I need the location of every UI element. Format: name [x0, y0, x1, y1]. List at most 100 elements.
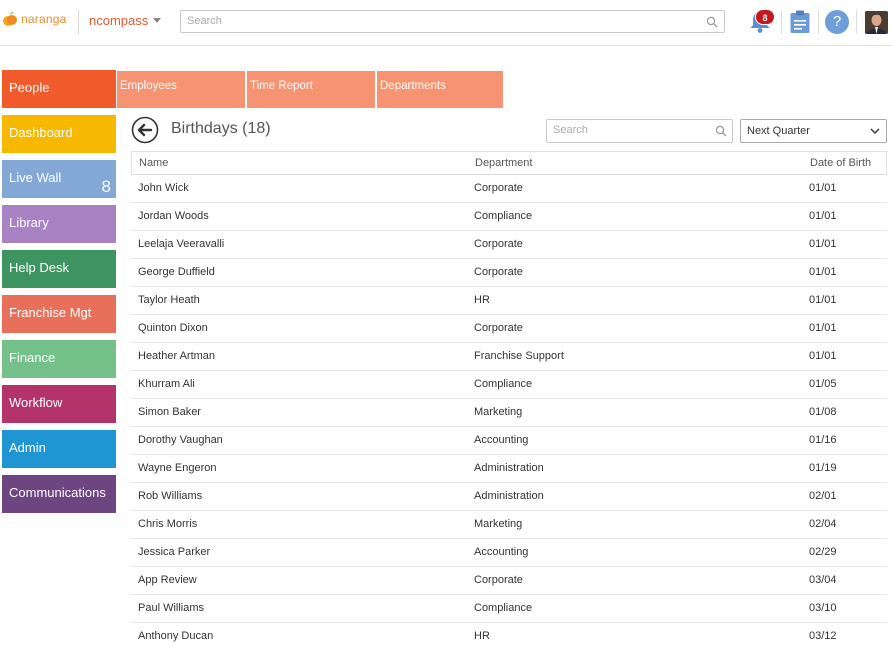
- sidebar-item-label: Franchise Mgt: [9, 305, 92, 320]
- sidebar-item-franchise-mgt[interactable]: Franchise Mgt: [2, 295, 116, 333]
- global-search[interactable]: [180, 10, 725, 33]
- cell-name[interactable]: Quinton Dixon: [138, 322, 208, 334]
- cell-date-of-birth: 01/01: [809, 294, 837, 306]
- table-row[interactable]: Rob Williams Administration 02/01: [131, 483, 887, 511]
- table-row[interactable]: Jessica Parker Accounting 02/29: [131, 539, 887, 567]
- column-header-date-of-birth[interactable]: Date of Birth: [810, 157, 871, 169]
- sidebar-item-workflow[interactable]: Workflow: [2, 385, 116, 423]
- table-row[interactable]: Khurram Ali Compliance 01/05: [131, 371, 887, 399]
- sidebar-item-label: Live Wall: [9, 170, 62, 185]
- sidebar-item-help-desk[interactable]: Help Desk: [2, 250, 116, 288]
- table-row[interactable]: Jordan Woods Compliance 01/01: [131, 203, 887, 231]
- divider: [781, 10, 782, 34]
- caret-down-icon: [153, 18, 162, 23]
- birthday-search-input[interactable]: [553, 124, 720, 136]
- divider: [818, 10, 819, 34]
- cell-department: Corporate: [474, 182, 523, 194]
- cell-name[interactable]: Wayne Engeron: [138, 462, 216, 474]
- cell-department: Franchise Support: [474, 350, 564, 362]
- back-arrow-icon[interactable]: [131, 116, 159, 144]
- cell-department: Marketing: [474, 406, 523, 418]
- table-row[interactable]: George Duffield Corporate 01/01: [131, 259, 887, 287]
- sidebar-item-label: Communications: [9, 485, 106, 500]
- cell-name[interactable]: Heather Artman: [138, 350, 215, 362]
- table-row[interactable]: Chris Morris Marketing 02/04: [131, 511, 887, 539]
- logo-text: naranga: [21, 12, 67, 26]
- notification-count-badge[interactable]: 8: [755, 9, 775, 25]
- table-row[interactable]: John Wick Corporate 01/01: [131, 175, 887, 203]
- tab-time-report[interactable]: Time Report: [247, 71, 375, 108]
- table-row[interactable]: Wayne Engeron Administration 01/19: [131, 455, 887, 483]
- search-icon[interactable]: [715, 125, 727, 137]
- sidebar-item-live-wall[interactable]: Live Wall 8: [2, 160, 116, 198]
- cell-name[interactable]: Simon Baker: [138, 406, 201, 418]
- sidebar-item-dashboard[interactable]: Dashboard: [2, 115, 116, 153]
- cell-name[interactable]: George Duffield: [138, 266, 215, 278]
- cell-date-of-birth: 01/05: [809, 378, 837, 390]
- cell-date-of-birth: 02/29: [809, 546, 837, 558]
- cell-date-of-birth: 01/01: [809, 210, 837, 222]
- cell-name[interactable]: Dorothy Vaughan: [138, 434, 223, 446]
- help-icon[interactable]: ?: [825, 10, 849, 34]
- table-row[interactable]: Anthony Ducan HR 03/12: [131, 623, 887, 646]
- clipboard-icon[interactable]: [788, 9, 812, 35]
- cell-name[interactable]: Khurram Ali: [138, 378, 195, 390]
- cell-name[interactable]: Jessica Parker: [138, 546, 210, 558]
- cell-date-of-birth: 01/01: [809, 350, 837, 362]
- sidebar-item-people[interactable]: People: [2, 70, 116, 108]
- cell-name[interactable]: Rob Williams: [138, 490, 202, 502]
- cell-name[interactable]: Paul Williams: [138, 602, 204, 614]
- birthday-search[interactable]: [546, 119, 733, 143]
- table-row[interactable]: Leelaja Veeravalli Corporate 01/01: [131, 231, 887, 259]
- table-row[interactable]: Quinton Dixon Corporate 01/01: [131, 315, 887, 343]
- sidebar-item-count: 8: [101, 177, 111, 196]
- table-row[interactable]: Paul Williams Compliance 03/10: [131, 595, 887, 623]
- period-select-value: Next Quarter: [747, 125, 810, 137]
- sidebar-item-communications[interactable]: Communications: [2, 475, 116, 513]
- cell-name[interactable]: Anthony Ducan: [138, 630, 213, 642]
- cell-name[interactable]: John Wick: [138, 182, 189, 194]
- cell-name[interactable]: App Review: [138, 574, 197, 586]
- logo[interactable]: naranga: [2, 11, 66, 27]
- cell-name[interactable]: Jordan Woods: [138, 210, 209, 222]
- app-switcher-label: ncompass: [89, 13, 149, 28]
- table-row[interactable]: Heather Artman Franchise Support 01/01: [131, 343, 887, 371]
- cell-date-of-birth: 01/16: [809, 434, 837, 446]
- tab-employees[interactable]: Employees: [117, 71, 245, 108]
- sidebar-item-library[interactable]: Library: [2, 205, 116, 243]
- birthdays-table: Name Department Date of Birth John Wick C…: [131, 151, 887, 646]
- table-row[interactable]: Simon Baker Marketing 01/08: [131, 399, 887, 427]
- sidebar-item-label: Dashboard: [9, 125, 73, 140]
- cell-date-of-birth: 01/19: [809, 462, 837, 474]
- cell-department: HR: [474, 630, 490, 642]
- search-icon[interactable]: [706, 16, 718, 28]
- sidebar-item-finance[interactable]: Finance: [2, 340, 116, 378]
- cell-name[interactable]: Taylor Heath: [138, 294, 200, 306]
- cell-department: Administration: [474, 462, 544, 474]
- avatar[interactable]: [865, 11, 888, 34]
- cell-date-of-birth: 02/01: [809, 490, 837, 502]
- cell-name[interactable]: Chris Morris: [138, 518, 197, 530]
- sidebar-item-label: Finance: [9, 350, 56, 365]
- cell-name[interactable]: Leelaja Veeravalli: [138, 238, 224, 250]
- sidebar-item-label: Admin: [9, 440, 46, 455]
- cell-department: Accounting: [474, 434, 529, 446]
- chevron-down-icon: [870, 128, 880, 134]
- orange-logo-icon: [3, 12, 17, 26]
- sidebar-item-label: People: [9, 80, 50, 95]
- global-search-input[interactable]: [187, 15, 676, 27]
- table-row[interactable]: Taylor Heath HR 01/01: [131, 287, 887, 315]
- period-select[interactable]: Next Quarter: [740, 119, 887, 143]
- column-header-department[interactable]: Department: [475, 157, 532, 169]
- app-switcher[interactable]: ncompass: [89, 13, 162, 28]
- cell-date-of-birth: 01/08: [809, 406, 837, 418]
- cell-department: Corporate: [474, 322, 523, 334]
- table-row[interactable]: App Review Corporate 03/04: [131, 567, 887, 595]
- cell-date-of-birth: 02/04: [809, 518, 837, 530]
- cell-department: Corporate: [474, 238, 523, 250]
- table-body: John Wick Corporate 01/01 Jordan Woods Compl…: [131, 175, 887, 646]
- tab-departments[interactable]: Departments: [377, 71, 503, 108]
- sidebar-item-admin[interactable]: Admin: [2, 430, 116, 468]
- table-row[interactable]: Dorothy Vaughan Accounting 01/16: [131, 427, 887, 455]
- column-header-name[interactable]: Name: [139, 157, 168, 169]
